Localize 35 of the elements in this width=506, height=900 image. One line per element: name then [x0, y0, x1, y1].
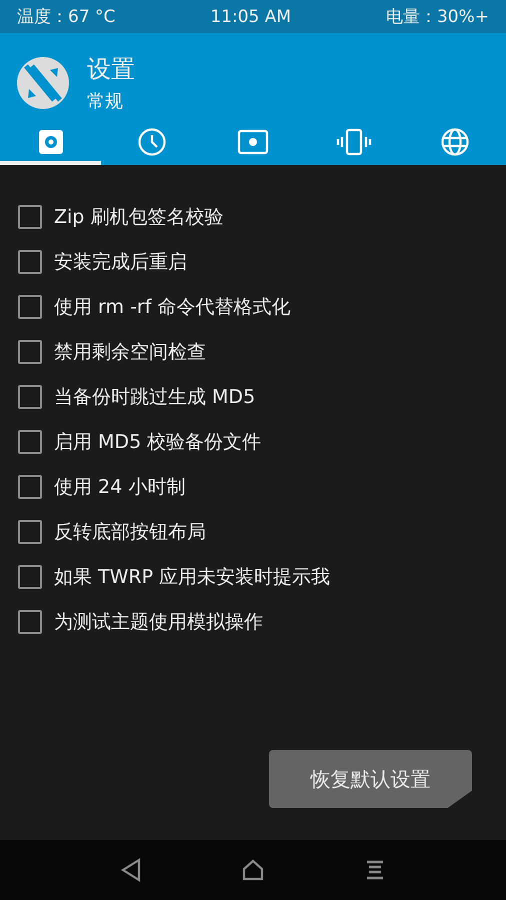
back-icon[interactable]: [120, 858, 142, 882]
option-label: 使用 24 小时制: [54, 474, 186, 500]
option-label: 安装完成后重启: [54, 250, 187, 274]
checkbox[interactable]: [18, 250, 42, 274]
vibration-icon: [336, 128, 372, 156]
restore-defaults-button[interactable]: 恢复默认设置: [269, 750, 472, 808]
option-label: 当备份时跳过生成 MD5: [54, 384, 256, 410]
page-subtitle: 常规: [87, 90, 124, 112]
globe-icon: [440, 127, 470, 157]
checkbox[interactable]: [18, 340, 42, 364]
temperature-text: 温度：67 °C: [17, 6, 116, 28]
checkbox[interactable]: [18, 384, 42, 408]
battery-text: 电量：30%+: [386, 6, 489, 28]
checkbox[interactable]: [18, 204, 42, 228]
checkbox[interactable]: [18, 610, 42, 634]
option-label: 使用 rm -rf 命令代替格式化: [54, 294, 290, 320]
checkbox[interactable]: [18, 564, 42, 588]
time-text: 11:05 AM: [210, 6, 292, 26]
settings-icon: [38, 129, 64, 155]
page-title: 设置: [87, 54, 135, 84]
option-label: 禁用剩余空间检查: [54, 340, 206, 364]
clock-icon: [136, 127, 167, 157]
menu-icon[interactable]: [364, 860, 386, 880]
option-label: 反转底部按钮布局: [54, 520, 206, 544]
option-label: 为测试主题使用模拟操作: [54, 610, 263, 634]
checkbox[interactable]: [18, 430, 42, 454]
option-label: 启用 MD5 校验备份文件: [54, 430, 262, 454]
brightness-icon: [237, 129, 269, 155]
option-label: 如果 TWRP 应用未安装时提示我: [54, 564, 330, 590]
checkbox[interactable]: [18, 294, 42, 318]
checkbox[interactable]: [18, 474, 42, 498]
checkbox[interactable]: [18, 520, 42, 544]
logo-icon: [16, 56, 70, 110]
option-label: Zip 刷机包签名校验: [54, 204, 224, 230]
home-icon[interactable]: [242, 859, 264, 881]
